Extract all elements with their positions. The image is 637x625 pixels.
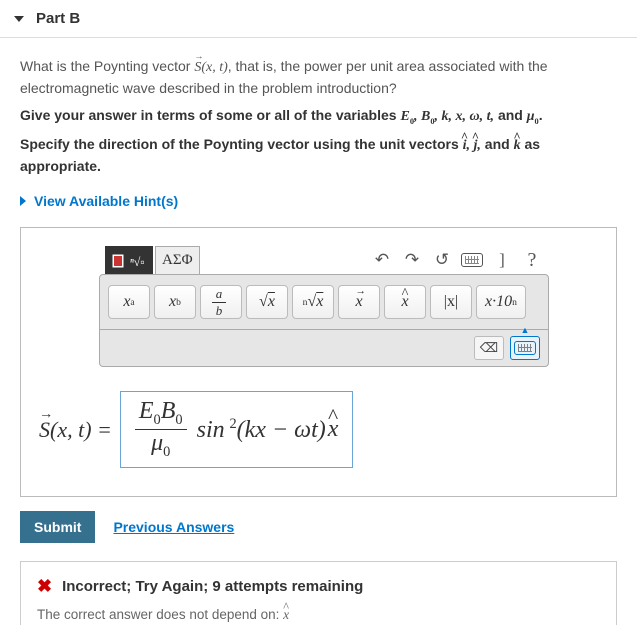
backspace-icon[interactable]: ⌫ (474, 336, 504, 360)
undo-icon[interactable]: ↶ (371, 249, 393, 271)
q2-and: and (498, 107, 527, 123)
keyboard-toggle-icon[interactable] (510, 336, 540, 360)
collapse-caret-icon (14, 16, 24, 22)
redo-icon[interactable]: ↷ (401, 249, 423, 271)
feedback-title-row: ✖ Incorrect; Try Again; 9 attempts remai… (37, 576, 600, 597)
q2-vars: E0, B0, k, x, ω, t, (400, 109, 494, 124)
feedback-var: x (283, 607, 289, 622)
feedback-sub-pre: The correct answer does not depend on: (37, 607, 283, 622)
q3-pre: Specify the direction of the Poynting ve… (20, 136, 463, 152)
answer-input[interactable]: E0B0 μ0 sin 2(kx − ωt) x (120, 391, 354, 468)
btn-fraction[interactable]: ab (200, 285, 242, 319)
frac-denominator: μ0 (147, 430, 174, 461)
answer-lhs: S(x, t) = (39, 417, 112, 443)
bracket-button[interactable]: ] (491, 249, 513, 271)
question-line-3: Specify the direction of the Poynting ve… (20, 134, 617, 177)
feedback-subtext: The correct answer does not depend on: x (37, 607, 600, 623)
svg-text:ⁿ√▫: ⁿ√▫ (130, 255, 145, 269)
btn-sci[interactable]: x·10n (476, 285, 526, 319)
feedback-box: ✖ Incorrect; Try Again; 9 attempts remai… (20, 561, 617, 625)
view-hints-link[interactable]: View Available Hint(s) (20, 193, 617, 209)
hints-label: View Available Hint(s) (34, 193, 178, 209)
poynting-symbol: S(x, t) (194, 60, 227, 75)
question-line-2: Give your answer in terms of some or all… (20, 105, 617, 128)
answer-expression-row: S(x, t) = E0B0 μ0 sin 2(kx − ωt) x (21, 367, 616, 496)
part-header[interactable]: Part B (0, 0, 637, 38)
answer-trig: sin 2(kx − ωt) (191, 416, 326, 444)
editor-tabs: ⁿ√▫ ΑΣΦ (105, 246, 200, 274)
part-title: Part B (36, 10, 80, 27)
btn-nroot[interactable]: n√x (292, 285, 334, 319)
answer-fraction: E0B0 μ0 (135, 398, 187, 461)
q1-pre: What is the Poynting vector (20, 58, 194, 74)
q2-pre: Give your answer in terms of some or all… (20, 107, 400, 123)
editor-right-icons: ↶ ↷ ↺ ] ? (371, 249, 543, 271)
q2-mu: μ0 (527, 109, 539, 124)
question-line-1: What is the Poynting vector S(x, t), tha… (20, 56, 617, 99)
template-palette-icon: ⁿ√▫ (112, 252, 146, 270)
answer-area: ⁿ√▫ ΑΣΦ ↶ ↷ ↺ ] ? xa xb ab √x n√x x x |x… (20, 227, 617, 497)
answer-unit-vector: x (328, 416, 339, 443)
q2-end: . (539, 107, 543, 123)
tab-templates[interactable]: ⁿ√▫ (105, 246, 153, 274)
editor-bottom-row: ⌫ (99, 330, 549, 367)
submit-row: Submit Previous Answers (20, 511, 617, 543)
caret-right-icon (20, 196, 26, 206)
equation-editor: ⁿ√▫ ΑΣΦ ↶ ↷ ↺ ] ? xa xb ab √x n√x x x |x… (99, 246, 549, 367)
q3-vecs: i, j, (463, 138, 481, 153)
btn-superscript[interactable]: xa (108, 285, 150, 319)
btn-sqrt[interactable]: √x (246, 285, 288, 319)
reset-icon[interactable]: ↺ (431, 249, 453, 271)
submit-button[interactable]: Submit (20, 511, 95, 543)
template-button-row: xa xb ab √x n√x x x |x| x·10n (99, 274, 549, 330)
incorrect-icon: ✖ (37, 576, 52, 597)
frac-numerator: E0B0 (135, 398, 187, 430)
q3-k: k (514, 138, 521, 153)
btn-hat[interactable]: x (384, 285, 426, 319)
editor-tab-row: ⁿ√▫ ΑΣΦ ↶ ↷ ↺ ] ? (99, 246, 549, 274)
feedback-title: Incorrect; Try Again; 9 attempts remaini… (62, 578, 363, 595)
btn-subscript[interactable]: xb (154, 285, 196, 319)
q3-and: and (485, 136, 514, 152)
btn-vector[interactable]: x (338, 285, 380, 319)
tab-greek[interactable]: ΑΣΦ (155, 246, 200, 274)
previous-answers-link[interactable]: Previous Answers (113, 519, 234, 535)
keyboard-icon[interactable] (461, 249, 483, 271)
help-icon[interactable]: ? (521, 249, 543, 271)
btn-abs[interactable]: |x| (430, 285, 472, 319)
question-body: What is the Poynting vector S(x, t), tha… (0, 38, 637, 209)
